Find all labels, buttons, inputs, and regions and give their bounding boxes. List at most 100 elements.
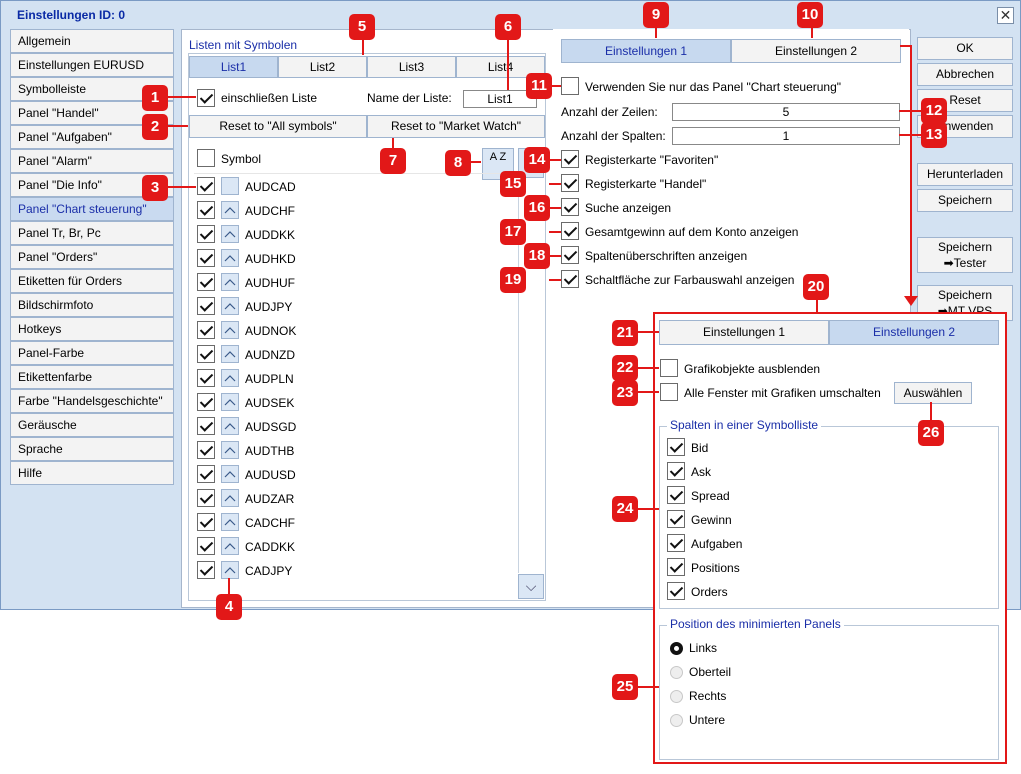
symbol-checkbox[interactable] [197, 513, 215, 531]
tab-list2[interactable]: List2 [278, 56, 367, 78]
chart-open-icon[interactable] [221, 561, 239, 579]
option-farbauswahl-checkbox[interactable] [561, 270, 579, 288]
badge-21: 21 [612, 320, 638, 346]
chart-open-icon[interactable] [221, 201, 239, 219]
position-untere-radio[interactable] [670, 714, 683, 727]
annotation-line-24 [637, 508, 659, 510]
option-favoriten-checkbox[interactable] [561, 150, 579, 168]
sidebar-item-hilfe[interactable]: Hilfe [10, 461, 174, 485]
chart-open-icon[interactable] [221, 537, 239, 555]
tab2-einstellungen-2[interactable]: Einstellungen 2 [829, 320, 999, 345]
hide-objects-checkbox[interactable] [660, 359, 678, 377]
sidebar-item-bildschirmfoto[interactable]: Bildschirmfoto [10, 293, 174, 317]
annotation-line-21 [637, 331, 659, 333]
symbol-checkbox[interactable] [197, 561, 215, 579]
option-suche-checkbox[interactable] [561, 198, 579, 216]
symbol-checkbox[interactable] [197, 225, 215, 243]
badge-11: 11 [526, 73, 552, 99]
position-rechts-radio[interactable] [670, 690, 683, 703]
settings2-overlay: Einstellungen 1 Einstellungen 2 Grafikob… [653, 312, 1007, 764]
tab2-einstellungen-1[interactable]: Einstellungen 1 [659, 320, 829, 345]
column-ask-checkbox[interactable] [667, 462, 685, 480]
sidebar-item-geraeusche[interactable]: Geräusche [10, 413, 174, 437]
symbol-header-checkbox[interactable] [197, 149, 215, 167]
tab-list1[interactable]: List1 [189, 56, 278, 78]
scroll-down-button[interactable]: ⌵ [518, 574, 544, 599]
tab-einstellungen-1[interactable]: Einstellungen 1 [561, 39, 731, 63]
use-panel-only-checkbox[interactable] [561, 77, 579, 95]
download-button[interactable]: Herunterladen [917, 163, 1013, 186]
annotation-line-3 [166, 186, 196, 188]
symbol-checkbox[interactable] [197, 177, 215, 195]
include-list-checkbox[interactable] [197, 89, 215, 107]
option-handel-checkbox[interactable] [561, 174, 579, 192]
chart-open-icon[interactable] [221, 321, 239, 339]
close-button[interactable]: ✕ [997, 7, 1014, 24]
column-spread-checkbox[interactable] [667, 486, 685, 504]
switch-all-checkbox[interactable] [660, 383, 678, 401]
chart-open-icon[interactable] [221, 417, 239, 435]
sidebar-item-sprache[interactable]: Sprache [10, 437, 174, 461]
chart-open-icon[interactable] [221, 249, 239, 267]
position-oberteil-radio[interactable] [670, 666, 683, 679]
chart-open-icon[interactable] [221, 273, 239, 291]
symbol-checkbox[interactable] [197, 249, 215, 267]
symbol-name: AUDUSD [245, 468, 296, 482]
save-button[interactable]: Speichern [917, 189, 1013, 212]
sidebar-item-hotkeys[interactable]: Hotkeys [10, 317, 174, 341]
sidebar-item-allgemein[interactable]: Allgemein [10, 29, 174, 53]
column-orders-checkbox[interactable] [667, 582, 685, 600]
badge-14: 14 [524, 147, 550, 173]
reset-all-symbols-button[interactable]: Reset to "All symbols" [189, 115, 367, 138]
symbol-checkbox[interactable] [197, 345, 215, 363]
cols-input[interactable]: 1 [672, 127, 900, 145]
cancel-button[interactable]: Abbrechen [917, 63, 1013, 86]
column-bid-checkbox[interactable] [667, 438, 685, 456]
column-positions-checkbox[interactable] [667, 558, 685, 576]
symbol-checkbox[interactable] [197, 465, 215, 483]
sidebar-item-einstellungen-eurusd[interactable]: Einstellungen EURUSD [10, 53, 174, 77]
chart-open-icon[interactable] [221, 345, 239, 363]
symbol-checkbox[interactable] [197, 441, 215, 459]
symbol-checkbox[interactable] [197, 201, 215, 219]
save-tester-button[interactable]: Speichern ➡Tester [917, 237, 1013, 273]
symbol-checkbox[interactable] [197, 369, 215, 387]
tab-einstellungen-2[interactable]: Einstellungen 2 [731, 39, 901, 63]
symbol-checkbox[interactable] [197, 321, 215, 339]
chart-open-icon[interactable] [221, 513, 239, 531]
option-spaltenueberschriften-checkbox[interactable] [561, 246, 579, 264]
sidebar-item-panel-tr-br-pc[interactable]: Panel Tr, Br, Pc [10, 221, 174, 245]
column-aufgaben-checkbox[interactable] [667, 534, 685, 552]
sidebar-item-etiketten-orders[interactable]: Etiketten für Orders [10, 269, 174, 293]
chart-open-icon[interactable] [221, 177, 239, 195]
chart-open-icon[interactable] [221, 441, 239, 459]
chart-open-icon[interactable] [221, 369, 239, 387]
option-gesamtgewinn-checkbox[interactable] [561, 222, 579, 240]
symbol-checkbox[interactable] [197, 537, 215, 555]
sidebar-item-panel-farbe[interactable]: Panel-Farbe [10, 341, 174, 365]
symbol-checkbox[interactable] [197, 297, 215, 315]
symbol-checkbox[interactable] [197, 273, 215, 291]
sidebar-item-farbe-handelsgeschichte[interactable]: Farbe "Handelsgeschichte" [10, 389, 174, 413]
ok-button[interactable]: OK [917, 37, 1013, 60]
sidebar-item-panel-orders[interactable]: Panel "Orders" [10, 245, 174, 269]
sidebar-item-etikettenfarbe[interactable]: Etikettenfarbe [10, 365, 174, 389]
symbol-checkbox[interactable] [197, 417, 215, 435]
switch-all-label: Alle Fenster mit Grafiken umschalten [684, 386, 881, 400]
symbol-checkbox[interactable] [197, 489, 215, 507]
chart-open-icon[interactable] [221, 297, 239, 315]
chart-open-icon[interactable] [221, 393, 239, 411]
reset-market-watch-button[interactable]: Reset to "Market Watch" [367, 115, 545, 138]
chart-open-icon[interactable] [221, 465, 239, 483]
position-links-radio[interactable] [670, 642, 683, 655]
sidebar-item-panel-alarm[interactable]: Panel "Alarm" [10, 149, 174, 173]
column-orders-label: Orders [691, 585, 728, 599]
save-vps-line1: Speichern [937, 288, 993, 302]
choose-button[interactable]: Auswählen [894, 382, 972, 404]
column-gewinn-checkbox[interactable] [667, 510, 685, 528]
chart-open-icon[interactable] [221, 225, 239, 243]
chart-open-icon[interactable] [221, 489, 239, 507]
rows-input[interactable]: 5 [672, 103, 900, 121]
tab-list3[interactable]: List3 [367, 56, 456, 78]
symbol-checkbox[interactable] [197, 393, 215, 411]
